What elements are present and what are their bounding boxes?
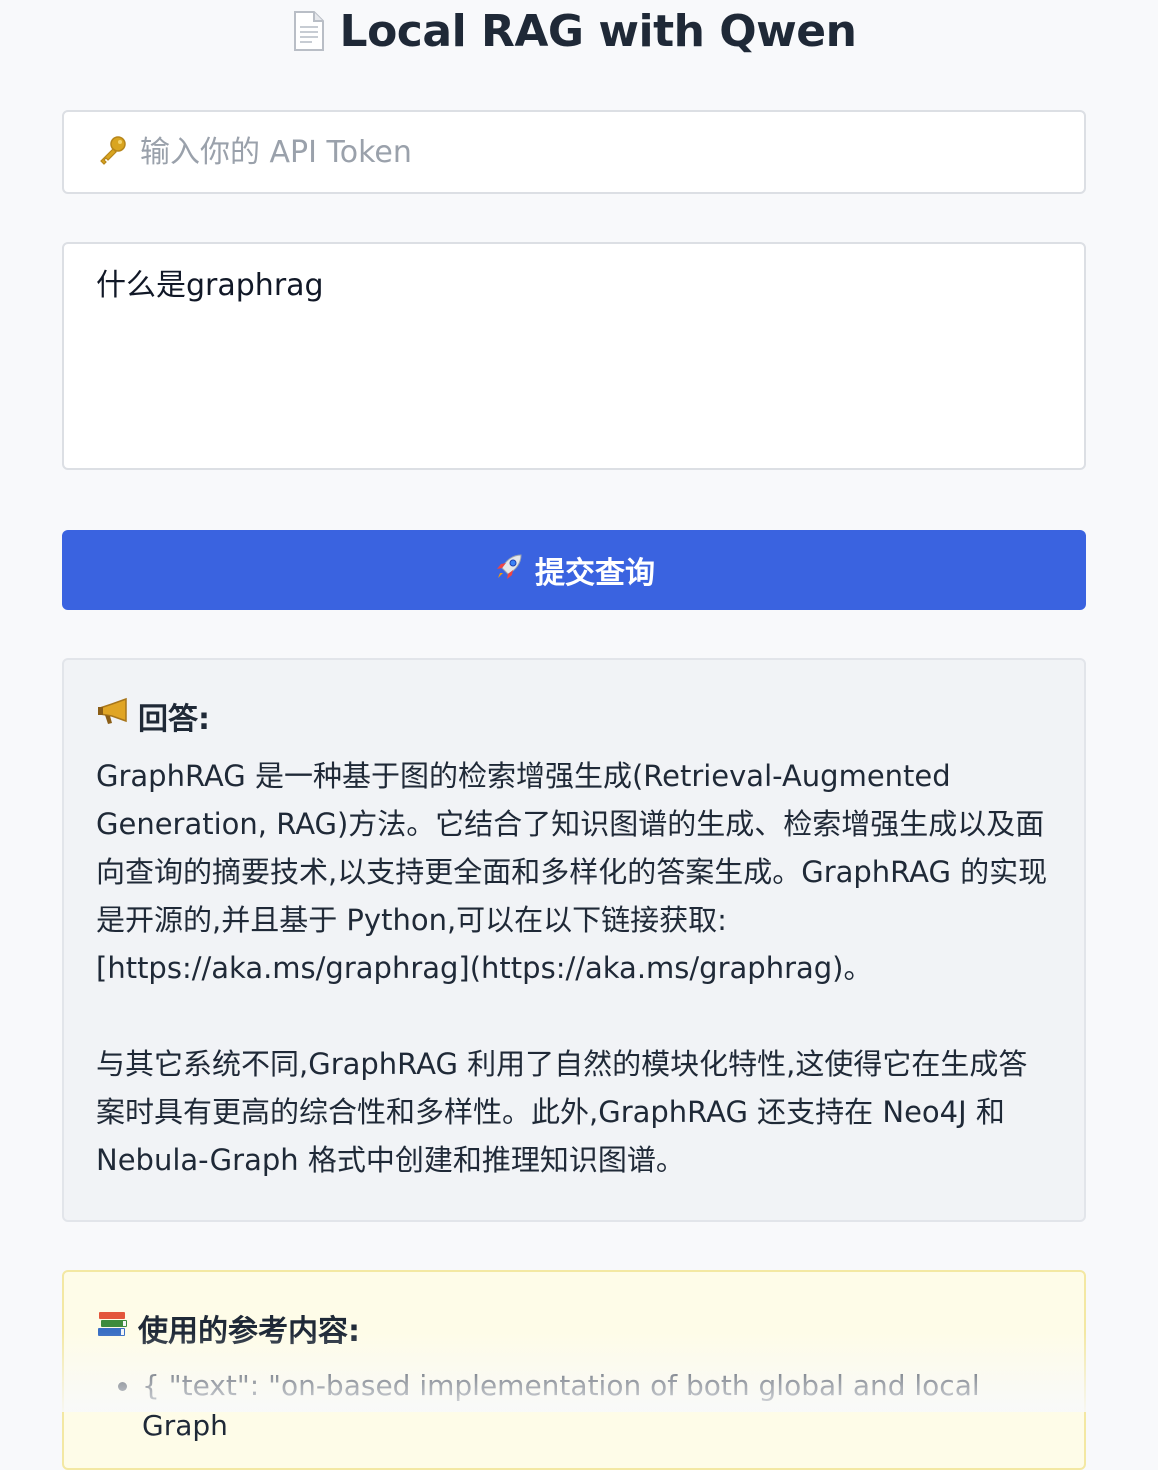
page-title: Local RAG with Qwen — [62, 0, 1086, 62]
query-text: 什么是graphrag — [96, 268, 324, 303]
submit-query-button[interactable]: 提交查询 — [62, 530, 1086, 610]
submit-label: 提交查询 — [535, 556, 655, 591]
references-panel: 使用的参考内容: { "text": "on-based implementat… — [62, 1270, 1086, 1470]
references-list: { "text": "on-based implementation of bo… — [96, 1366, 1052, 1446]
answer-paragraph: 与其它系统不同,GraphRAG 利用了自然的模块化特性,这使得它在生成答案时具… — [96, 1047, 1028, 1177]
answer-body: GraphRAG 是一种基于图的检索增强生成(Retrieval-Augment… — [96, 752, 1056, 1184]
app-container: Local RAG with Qwen 什么是graphrag 提交查询 回答:… — [62, 0, 1086, 1470]
answer-heading: 回答: — [96, 692, 1052, 740]
rocket-icon — [493, 551, 525, 590]
key-icon — [96, 134, 128, 171]
reference-item: { "text": "on-based implementation of bo… — [142, 1366, 1052, 1446]
answer-heading-text: 回答: — [138, 702, 210, 737]
answer-paragraph: GraphRAG 是一种基于图的检索增强生成(Retrieval-Augment… — [96, 759, 1048, 985]
page-title-text: Local RAG with Qwen — [339, 5, 857, 57]
megaphone-icon — [96, 697, 130, 735]
references-heading-text: 使用的参考内容: — [138, 1314, 360, 1349]
api-token-input[interactable] — [138, 121, 1084, 183]
query-textarea[interactable]: 什么是graphrag — [62, 242, 1086, 470]
api-token-field[interactable] — [62, 110, 1086, 194]
references-heading: 使用的参考内容: — [96, 1304, 1052, 1352]
answer-panel: 回答: GraphRAG 是一种基于图的检索增强生成(Retrieval-Aug… — [62, 658, 1086, 1222]
books-icon — [96, 1308, 130, 1348]
document-icon — [293, 11, 324, 51]
